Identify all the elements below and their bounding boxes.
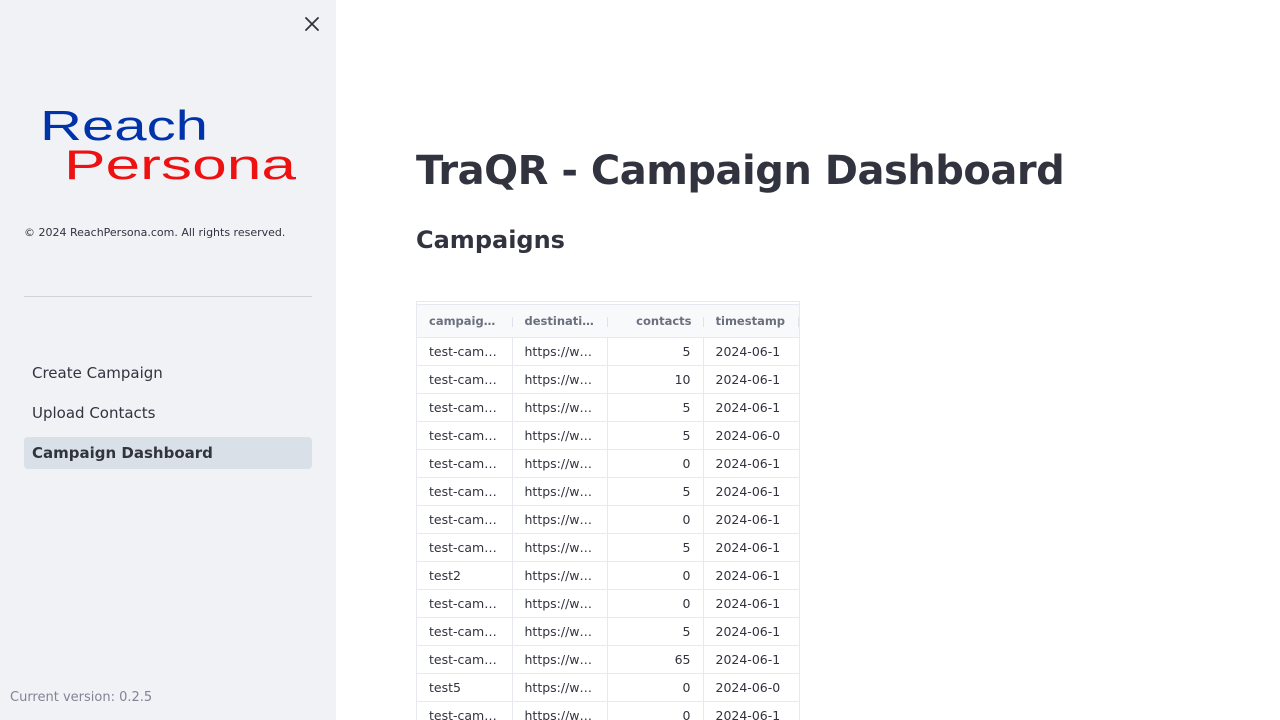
table-cell[interactable]: 0 [608,674,704,701]
table-cell[interactable]: 2024-06-1 [704,366,800,393]
table-header-row: campaign_name destination contacts times… [417,305,799,338]
table-cell[interactable]: https://www [513,702,608,720]
column-header-destination[interactable]: destination [513,305,609,337]
table-cell[interactable]: 2024-06-1 [704,646,800,673]
table-cell[interactable]: 2024-06-1 [704,562,800,589]
table-cell[interactable]: https://www [513,478,608,505]
table-cell[interactable]: 0 [608,562,704,589]
table-cell[interactable]: 2024-06-1 [704,450,800,477]
svg-text:Persona: Persona [64,141,297,184]
table-cell[interactable]: 2024-06-1 [704,394,800,421]
table-row[interactable]: test5 https://www 0 2024-06-0 [417,674,799,702]
table-row[interactable]: test-campaignhttps://www52024-06-1 [417,394,799,422]
column-header-campaign[interactable]: campaign_name [417,305,513,337]
close-sidebar-button[interactable] [300,12,324,36]
version-text: Current version: 0.2.5 [10,690,153,705]
table-row[interactable]: test-campaignhttps://www52024-06-0 [417,422,799,450]
table-cell[interactable]: 5 [608,394,704,421]
table-cell[interactable]: test-campaign [417,394,513,421]
table-row[interactable]: test-campaignhttps://www02024-06-1 [417,450,799,478]
table-cell[interactable]: 2024-06-1 [704,534,800,561]
table-cell[interactable]: https://www [513,450,608,477]
table-row[interactable]: test-campaignhttps://www52024-06-1 [417,618,799,646]
table-cell[interactable]: 5 [608,534,704,561]
table-cell[interactable]: test-campaign [417,366,513,393]
table-cell[interactable]: 65 [608,646,704,673]
table-cell[interactable]: 5 [608,478,704,505]
table-row[interactable]: test-campaignhttps://www52024-06-1 [417,534,799,562]
table-cell[interactable]: 2024-06-1 [704,338,800,365]
table-cell[interactable]: 5 [608,422,704,449]
table-cell[interactable]: test-campaign [417,618,513,645]
table-cell[interactable]: https://www [513,618,608,645]
table-cell[interactable]: https://www [513,590,608,617]
table-cell[interactable]: test5 [417,674,513,701]
section-title: Campaigns [416,226,565,254]
table-row[interactable]: test-campaignhttps://www652024-06-1 [417,646,799,674]
campaigns-table[interactable]: campaign_name destination contacts times… [416,301,800,720]
page-title: TraQR - Campaign Dashboard [416,148,1065,194]
sidebar: Reach Persona © 2024 ReachPersona.com. A… [0,0,336,720]
table-cell[interactable]: 10 [608,366,704,393]
table-cell[interactable]: https://www [513,338,608,365]
table-cell[interactable]: test-campaign [417,646,513,673]
sidebar-divider [24,296,312,297]
table-cell[interactable]: https://www [513,674,608,701]
table-row[interactable]: test-campaignhttps://www102024-06-1 [417,366,799,394]
table-cell[interactable]: 0 [608,702,704,720]
table-row[interactable]: test-campaignhttps://www02024-06-1 [417,702,799,720]
table-row[interactable]: test-campaignhttps://www02024-06-1 [417,506,799,534]
table-cell[interactable]: test-campaign [417,506,513,533]
table-cell[interactable]: 0 [608,590,704,617]
table-cell[interactable]: 2024-06-0 [704,674,800,701]
table-cell[interactable]: https://www [513,366,608,393]
table-cell[interactable]: 0 [608,506,704,533]
table-cell[interactable]: 5 [608,618,704,645]
table-body: test-campaignhttps://www52024-06-1test-c… [417,338,799,720]
reachpersona-logo: Reach Persona [38,102,300,188]
table-cell[interactable]: https://www [513,506,608,533]
nav-item-create-campaign[interactable]: Create Campaign [24,357,312,389]
column-header-timestamp[interactable]: timestamp [704,305,800,337]
table-cell[interactable]: 2024-06-1 [704,702,800,720]
nav-item-campaign-dashboard[interactable]: Campaign Dashboard [24,437,312,469]
table-cell[interactable]: 2024-06-1 [704,618,800,645]
table-cell[interactable]: 2024-06-1 [704,506,800,533]
table-cell[interactable]: 2024-06-0 [704,422,800,449]
table-cell[interactable]: test-campaign [417,450,513,477]
table-row[interactable]: test-campaignhttps://www52024-06-1 [417,478,799,506]
table-cell[interactable]: 2024-06-1 [704,478,800,505]
table-cell[interactable]: 2024-06-1 [704,590,800,617]
table-row[interactable]: test2 https://www 0 2024-06-1 [417,562,799,590]
table-row[interactable]: test-campaignhttps://www52024-06-1 [417,338,799,366]
copyright-text: © 2024 ReachPersona.com. All rights rese… [24,226,286,239]
table-cell[interactable]: test-campaign [417,590,513,617]
table-cell[interactable]: test2 [417,562,513,589]
nav-item-upload-contacts[interactable]: Upload Contacts [24,397,312,429]
table-row[interactable]: test-campaignhttps://www02024-06-1 [417,590,799,618]
table-cell[interactable]: https://www [513,422,608,449]
table-cell[interactable]: https://www [513,562,608,589]
table-cell[interactable]: test-campaign [417,534,513,561]
column-header-contacts[interactable]: contacts [608,305,704,337]
table-cell[interactable]: test-campaign [417,478,513,505]
table-cell[interactable]: test-campaign [417,338,513,365]
table-cell[interactable]: 5 [608,338,704,365]
table-cell[interactable]: https://www [513,534,608,561]
table-cell[interactable]: test-campaign [417,422,513,449]
table-cell[interactable]: https://www [513,646,608,673]
sidebar-nav: Create Campaign Upload Contacts Campaign… [24,357,312,477]
close-icon [305,17,319,31]
table-cell[interactable]: test-campaign [417,702,513,720]
table-cell[interactable]: https://www [513,394,608,421]
table-cell[interactable]: 0 [608,450,704,477]
